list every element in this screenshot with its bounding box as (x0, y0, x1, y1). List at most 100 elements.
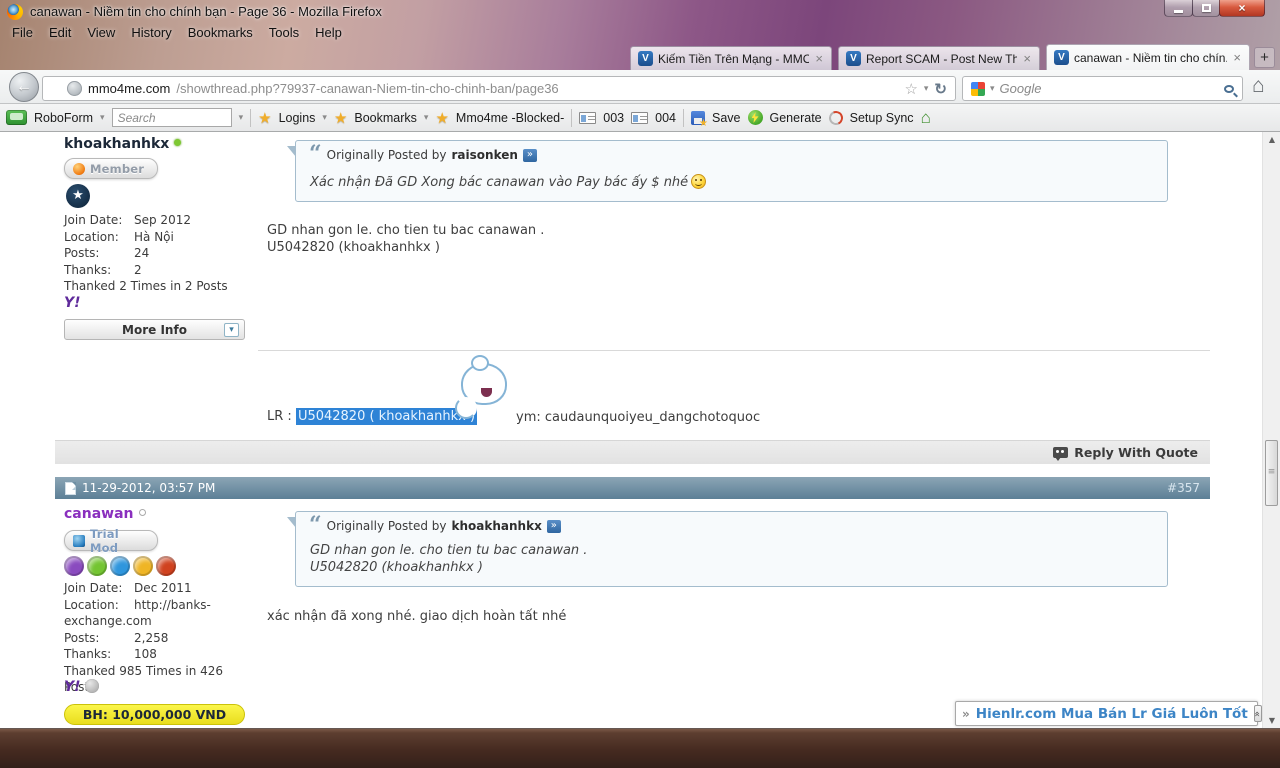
minimize-button[interactable] (1164, 0, 1193, 17)
avatar[interactable]: ★ (66, 184, 90, 208)
post-date: 11-29-2012, 03:57 PM (82, 481, 216, 495)
view-post-icon[interactable]: » (522, 148, 537, 162)
more-info-button[interactable]: More Info ▾ (64, 319, 245, 340)
post-page-icon (65, 481, 76, 495)
chevron-down-icon[interactable]: ▾ (224, 322, 239, 337)
reload-icon[interactable]: ↻ (934, 80, 947, 98)
restore-button[interactable] (1192, 0, 1220, 17)
bookmarks-menu[interactable]: Bookmarks (354, 111, 417, 125)
view-post-icon[interactable]: » (546, 519, 561, 533)
tab-1[interactable]: Kiếm Tiền Trên Mạng - MMO... × (630, 46, 832, 70)
url-bar[interactable]: mmo4me.com /showthread.php?79937-canawan… (42, 76, 956, 101)
roboform-menu[interactable]: RoboForm (34, 111, 93, 125)
menu-bookmarks[interactable]: Bookmarks (180, 23, 261, 43)
tab-3-close-icon[interactable]: × (1232, 51, 1242, 64)
search-bar[interactable]: ▾ (962, 76, 1243, 101)
stat-row: Join Date: Dec 2011 (64, 581, 192, 595)
balance-badge: BH: 10,000,000 VND (64, 704, 245, 725)
yahoo-icon[interactable]: Y! (64, 679, 99, 695)
post-header-bar: 11-29-2012, 03:57 PM #357 (55, 477, 1210, 499)
url-dropdown-icon[interactable]: ▾ (924, 83, 929, 94)
mmo4me-blocked-item[interactable]: Mmo4me -Blocked- (456, 111, 564, 125)
skype-icon[interactable] (84, 679, 99, 693)
window-controls: × (1164, 0, 1265, 17)
tab-2-close-icon[interactable]: × (1022, 52, 1032, 65)
logins-menu[interactable]: Logins (279, 111, 316, 125)
thanked-line: Thanked 2 Times in 2 Posts (64, 279, 228, 293)
quote-prefix: Originally Posted by (326, 148, 447, 162)
scroll-up-icon[interactable]: ▲ (1266, 135, 1278, 144)
new-tab-button[interactable]: + (1254, 47, 1275, 68)
google-logo-icon[interactable] (971, 81, 985, 96)
quote-icon: “ (309, 512, 322, 538)
window-title: canawan - Niềm tin cho chính bạn - Page … (30, 4, 382, 19)
search-input[interactable] (999, 81, 1219, 96)
roboform-search-caret-icon[interactable]: ▾ (239, 112, 244, 123)
medal-purple-icon (64, 556, 84, 576)
identity-003[interactable]: 003 (603, 111, 624, 125)
identity-004[interactable]: 004 (655, 111, 676, 125)
roboform-search-input[interactable] (111, 108, 232, 127)
popup-collapse-button[interactable]: » (1252, 705, 1263, 722)
search-icon[interactable] (1224, 84, 1234, 93)
search-engine-dropdown-icon[interactable]: ▾ (990, 83, 995, 94)
bookmark-star-icon[interactable]: ☆ (904, 80, 917, 98)
stat-row: Thanks: 108 (64, 647, 157, 661)
quote-text: GD nhan gon le. cho tien tu bac canawan … (310, 543, 588, 575)
signature-ym: ym: caudaunquoiyeu_dangchotoquoc (516, 410, 761, 425)
stat-row: Join Date: Sep 2012 (64, 213, 191, 227)
tab-2[interactable]: Report SCAM - Post New Thr... × (838, 46, 1040, 70)
member-rank-badge: Member (64, 158, 158, 179)
stat-row: Posts: 24 (64, 246, 150, 260)
back-button[interactable]: ← (9, 72, 39, 102)
reply-quote-icon (1053, 447, 1069, 461)
firefox-icon (7, 4, 23, 20)
close-button[interactable]: × (1219, 0, 1265, 17)
award-medals (64, 556, 179, 580)
menu-help[interactable]: Help (307, 23, 350, 43)
reply-with-quote-button[interactable]: Reply With Quote (1074, 445, 1198, 460)
post-body: xác nhận đã xong nhé. giao dịch hoàn tất… (267, 609, 567, 624)
generate-button[interactable]: Generate (770, 111, 822, 125)
tab-3-label: canawan - Niềm tin cho chín... (1074, 50, 1228, 65)
scroll-down-icon[interactable]: ▼ (1266, 716, 1278, 725)
separator (571, 108, 573, 127)
tab-3-active[interactable]: canawan - Niềm tin cho chín... × (1046, 44, 1250, 70)
roboform-home-icon[interactable]: ⌂ (921, 108, 931, 128)
screen: canawan - Niềm tin cho chính bạn - Page … (0, 0, 1280, 768)
heart-eyes-emoticon (449, 355, 511, 425)
bookmarks-caret-icon[interactable]: ▾ (424, 112, 429, 123)
quote-header: “ Originally Posted by raisonken » (309, 143, 537, 165)
rank-ball-icon (73, 534, 85, 547)
quote-author-link[interactable]: khoakhanhkx (452, 519, 542, 533)
menu-history[interactable]: History (123, 23, 179, 43)
home-icon[interactable]: ⌂ (1252, 74, 1265, 98)
scrollbar-thumb[interactable]: ≡ (1265, 440, 1278, 506)
stat-row: Location: http://banks-exchange.com (64, 597, 211, 629)
stat-row: Thanks: 2 (64, 262, 142, 277)
vbulletin-icon (846, 51, 861, 66)
more-info-label: More Info (122, 322, 187, 337)
quote-author-link[interactable]: raisonken (452, 148, 518, 162)
roboform-icon[interactable] (6, 110, 27, 125)
menu-edit[interactable]: Edit (41, 23, 79, 43)
tab-1-close-icon[interactable]: × (814, 52, 824, 65)
username-link[interactable]: khoakhanhkx (64, 136, 182, 152)
post-body-line: GD nhan gon le. cho tien tu bac canawan … (267, 223, 545, 238)
menu-tools[interactable]: Tools (261, 23, 307, 43)
setup-sync-button[interactable]: Setup Sync (850, 111, 914, 125)
menu-view[interactable]: View (79, 23, 123, 43)
post-number-link[interactable]: #357 (1167, 481, 1200, 495)
quote-prefix: Originally Posted by (326, 519, 447, 533)
medal-yellow-icon (133, 556, 153, 576)
popup-link[interactable]: Hienlr.com Mua Bán Lr Giá Luôn Tốt (976, 706, 1248, 722)
save-button[interactable]: Save (712, 111, 741, 125)
logins-caret-icon[interactable]: ▾ (322, 112, 327, 123)
yahoo-icon[interactable]: Y! (64, 295, 81, 311)
menu-file[interactable]: File (4, 23, 41, 43)
username-text: canawan (64, 506, 134, 522)
roboform-caret-icon[interactable]: ▾ (100, 112, 105, 123)
username-link[interactable]: canawan (64, 506, 146, 522)
post-body-line: U5042820 (khoakhanhkx ) (267, 240, 440, 255)
vertical-scrollbar[interactable]: ▲ ≡ ▼ (1262, 132, 1280, 728)
